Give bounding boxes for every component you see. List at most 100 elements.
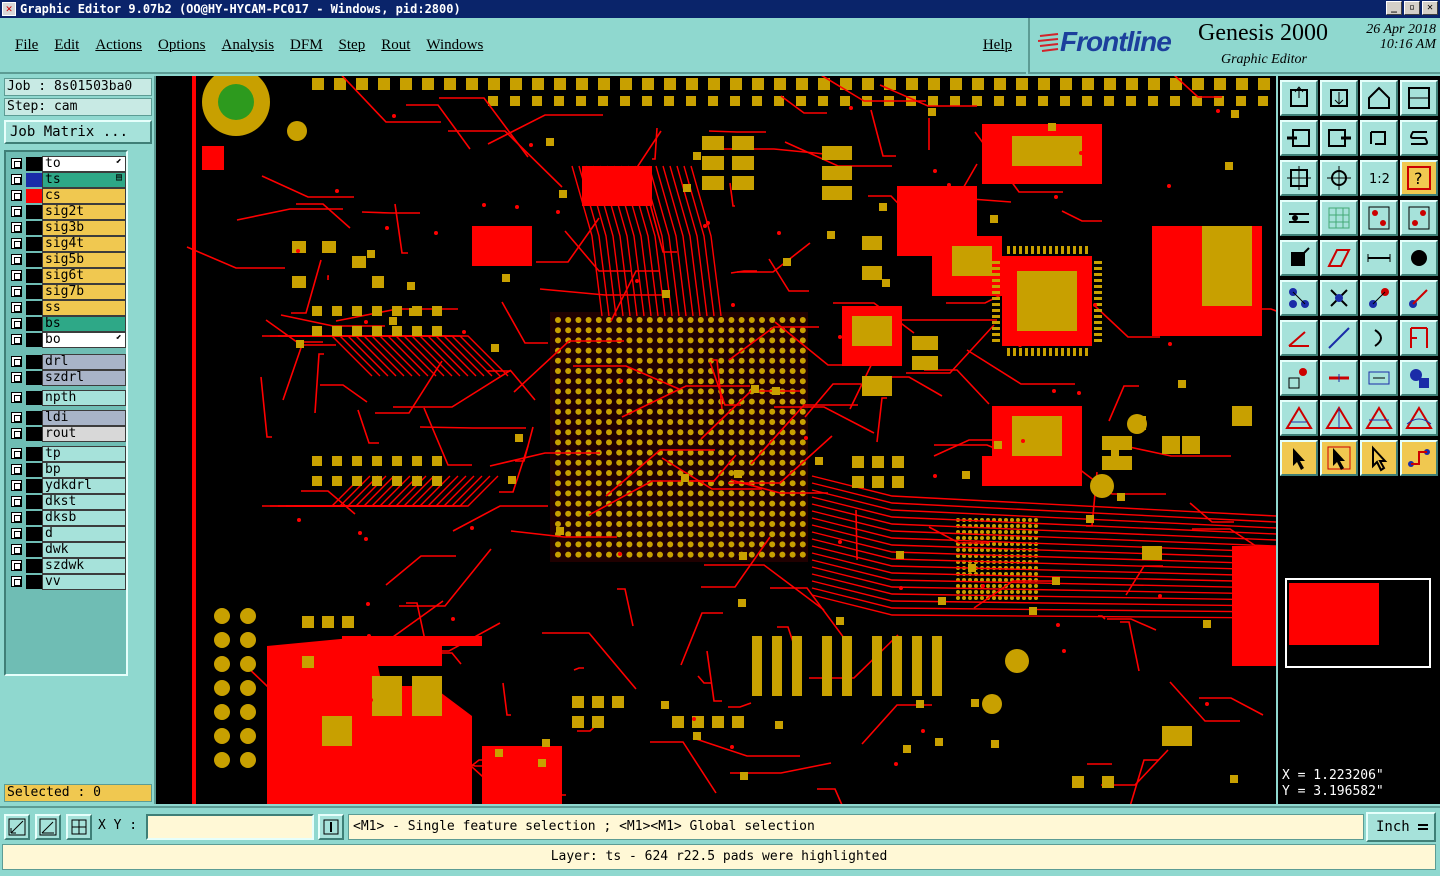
layer-color-swatch[interactable] (26, 575, 42, 589)
layer-name[interactable]: bo (42, 332, 126, 348)
node-tool-button[interactable] (1280, 360, 1318, 396)
cross-tool-button[interactable] (1320, 280, 1358, 316)
layer-color-swatch[interactable] (26, 301, 42, 315)
layer-color-swatch[interactable] (26, 511, 42, 525)
undo-tool-button[interactable] (1360, 120, 1398, 156)
menu-rout[interactable]: Rout (381, 37, 410, 54)
flip-tool-button[interactable] (1400, 320, 1438, 356)
layer-row-dwk[interactable]: dwk (8, 542, 126, 558)
layer-checkbox[interactable] (11, 412, 22, 423)
layer-checkbox[interactable] (11, 448, 22, 459)
layer-name[interactable]: sig7b (42, 284, 126, 300)
layer-name[interactable]: dkst (42, 494, 126, 510)
layer-color-swatch[interactable] (26, 157, 42, 171)
add-pad-tool-button[interactable] (1280, 240, 1318, 276)
layer-color-swatch[interactable] (26, 527, 42, 541)
layer-row-ydkdrl[interactable]: ydkdrl (8, 478, 126, 494)
menu-actions[interactable]: Actions (95, 37, 142, 54)
menu-dfm[interactable]: DFM (290, 37, 323, 54)
layer-name[interactable]: dwk (42, 542, 126, 558)
layer-name[interactable]: sig6t (42, 268, 126, 284)
layer-color-swatch[interactable] (26, 447, 42, 461)
menu-help[interactable]: Help (983, 37, 1012, 54)
add-line-tool-button[interactable] (1320, 240, 1358, 276)
save-tool-button[interactable] (1320, 80, 1358, 116)
layer-color-swatch[interactable] (26, 253, 42, 267)
redo-tool-button[interactable] (1400, 120, 1438, 156)
layer-color-swatch[interactable] (26, 559, 42, 573)
layer-checkbox[interactable] (11, 544, 22, 555)
layer-name[interactable]: bp (42, 462, 126, 478)
xy-input[interactable] (146, 814, 314, 840)
shape-tool-button[interactable] (1400, 360, 1438, 396)
layer-color-swatch[interactable] (26, 391, 42, 405)
layer-name[interactable]: rout (42, 426, 126, 442)
layer-name[interactable]: tp (42, 446, 126, 462)
layer-row-bo[interactable]: bo ⬋ (8, 332, 126, 348)
menu-file[interactable]: File (15, 37, 38, 54)
layer-color-swatch[interactable] (26, 173, 42, 187)
layer-name[interactable]: sig3b (42, 220, 126, 236)
layer-name[interactable]: to (42, 156, 126, 172)
layer-checkbox[interactable] (11, 428, 22, 439)
menu-analysis[interactable]: Analysis (222, 37, 275, 54)
pointer-tool-button[interactable] (1280, 440, 1318, 476)
layer-checkbox[interactable] (11, 302, 22, 313)
route-tool-button[interactable] (1400, 440, 1438, 476)
layer-color-swatch[interactable] (26, 269, 42, 283)
pointer-box-tool-button[interactable] (1320, 440, 1358, 476)
layer-name[interactable]: drl (42, 354, 126, 370)
layer-color-swatch[interactable] (26, 543, 42, 557)
layer-checkbox[interactable] (11, 318, 22, 329)
pointer-alt-tool-button[interactable] (1360, 440, 1398, 476)
layers-toggle-tool-button[interactable] (1360, 200, 1398, 236)
dimension-tool-button[interactable] (1360, 360, 1398, 396)
move-tool-button[interactable] (1360, 280, 1398, 316)
layer-row-cs[interactable]: cs (8, 188, 126, 204)
layer-checkbox[interactable] (11, 496, 22, 507)
layer-row-bs[interactable]: bs (8, 316, 126, 332)
layer-checkbox[interactable] (11, 464, 22, 475)
layer-name[interactable]: ldi (42, 410, 126, 426)
layer-color-swatch[interactable] (26, 205, 42, 219)
layer-color-swatch[interactable] (26, 427, 42, 441)
layer-color-swatch[interactable] (26, 221, 42, 235)
layer-checkbox[interactable] (11, 238, 22, 249)
layer-color-swatch[interactable] (26, 495, 42, 509)
zoom-home-tool-button[interactable] (1320, 160, 1358, 196)
layer-row-ldi[interactable]: ldi (8, 410, 126, 426)
scale-1to2-tool-button[interactable]: 1:2 (1360, 160, 1398, 196)
layer-name[interactable]: szdwk (42, 558, 126, 574)
menu-edit[interactable]: Edit (54, 37, 79, 54)
grid-button[interactable] (66, 814, 92, 840)
bridge-tool-button[interactable] (1320, 360, 1358, 396)
layer-row-to[interactable]: to ⬋ (8, 156, 126, 172)
graphic-canvas[interactable] (172, 76, 1276, 804)
overview-frame[interactable] (1285, 578, 1431, 668)
triangle-d-tool-button[interactable] (1400, 400, 1438, 436)
layer-row-d[interactable]: d (8, 526, 126, 542)
layer-name[interactable]: ts (42, 172, 126, 188)
layer-color-swatch[interactable] (26, 237, 42, 251)
arc-tool-button[interactable] (1360, 320, 1398, 356)
layer-color-swatch[interactable] (26, 285, 42, 299)
layer-row-sig3b[interactable]: sig3b (8, 220, 126, 236)
connect-tool-button[interactable] (1280, 280, 1318, 316)
triangle-a-tool-button[interactable] (1280, 400, 1318, 436)
layer-name[interactable]: szdrl (42, 370, 126, 386)
triangle-c-tool-button[interactable] (1360, 400, 1398, 436)
layer-name[interactable]: npth (42, 390, 126, 406)
layers-select-tool-button[interactable] (1400, 200, 1438, 236)
help-tool-button[interactable]: ? (1400, 160, 1438, 196)
layer-row-sig2t[interactable]: sig2t (8, 204, 126, 220)
layer-color-swatch[interactable] (26, 333, 42, 347)
layer-checkbox[interactable] (11, 334, 22, 345)
layer-row-drl[interactable]: drl (8, 354, 126, 370)
layer-checkbox[interactable] (11, 270, 22, 281)
layer-checkbox[interactable] (11, 392, 22, 403)
line-tool-button[interactable] (1320, 320, 1358, 356)
layer-name[interactable]: ss (42, 300, 126, 316)
layer-checkbox[interactable] (11, 512, 22, 523)
layer-checkbox[interactable] (11, 206, 22, 217)
layer-checkbox[interactable] (11, 356, 22, 367)
